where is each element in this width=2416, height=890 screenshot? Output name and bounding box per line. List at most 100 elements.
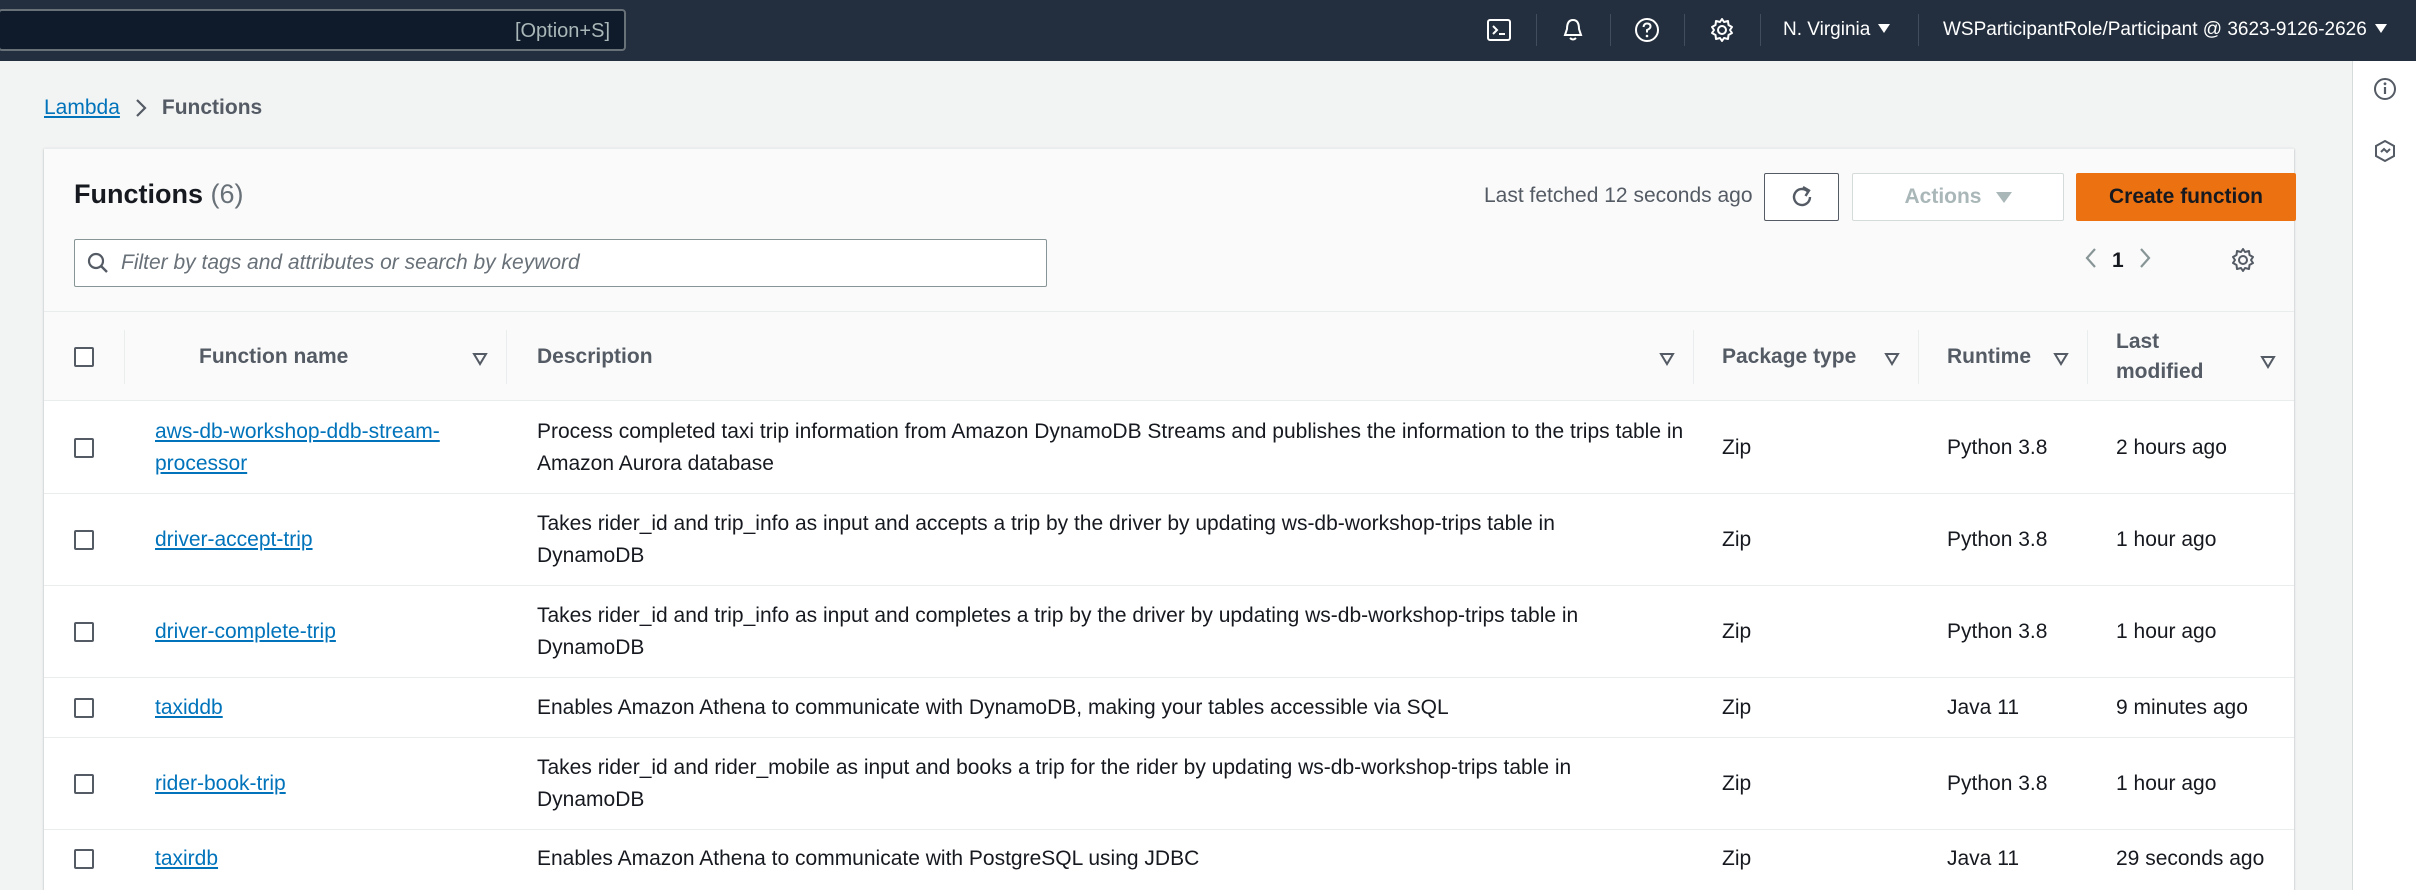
breadcrumb-lambda-link[interactable]: Lambda — [44, 96, 120, 120]
checkbox[interactable] — [74, 347, 94, 367]
search-shortcut-hint: [Option+S] — [514, 20, 610, 42]
top-navigation-bar: [Option+S] N. Virginia WSParticipantRole… — [0, 0, 2416, 61]
checkbox[interactable] — [74, 437, 94, 458]
panel-header: Functions (6) Last fetched 12 seconds ag… — [44, 149, 2296, 311]
account-label: WSParticipantRole/Participant @ 3623-912… — [1943, 19, 2367, 40]
chevron-right-icon — [134, 98, 148, 118]
table-row: taxirdb Enables Amazon Athena to communi… — [44, 830, 2294, 888]
runtime-cell: Java 11 — [1947, 847, 2019, 870]
table-row: driver-accept-trip Takes rider_id and tr… — [44, 494, 2294, 586]
function-name-cell: driver-complete-trip — [155, 586, 485, 677]
sort-caret-icon — [2260, 348, 2276, 378]
last-modified-cell: 9 minutes ago — [2116, 695, 2248, 719]
runtime-cell: Python 3.8 — [1947, 619, 2048, 643]
checkbox[interactable] — [74, 529, 94, 550]
row-checkbox[interactable] — [74, 586, 94, 677]
function-name-link[interactable]: taxiddb — [155, 692, 223, 724]
column-header-description[interactable]: Description — [507, 312, 1693, 402]
table-row: taxiddb Enables Amazon Athena to communi… — [44, 678, 2294, 738]
table-row: driver-complete-trip Takes rider_id and … — [44, 586, 2294, 678]
create-function-button[interactable]: Create function — [2076, 173, 2296, 221]
table-header: Function name Description Package type R… — [44, 311, 2294, 401]
search-icon — [87, 252, 109, 274]
column-header-label: Package type — [1722, 345, 1857, 368]
row-checkbox[interactable] — [74, 494, 94, 585]
last-modified-cell: 29 seconds ago — [2116, 847, 2265, 870]
region-selector[interactable]: N. Virginia — [1783, 19, 1891, 41]
table-row: aws-db-workshop-ddb-stream-processor Pro… — [44, 402, 2294, 494]
column-header-package-type[interactable]: Package type — [1694, 312, 1918, 402]
function-name-link[interactable]: driver-complete-trip — [155, 616, 336, 648]
function-name-link[interactable]: rider-book-trip — [155, 768, 286, 800]
column-header-label: Function name — [199, 345, 349, 368]
last-fetched-text: Last fetched 12 seconds ago — [1484, 184, 1753, 207]
nav-divider — [1760, 14, 1761, 46]
bell-icon[interactable] — [1557, 14, 1589, 46]
select-all-checkbox[interactable] — [74, 312, 100, 402]
right-tools-rail — [2352, 61, 2416, 890]
checkbox[interactable] — [74, 621, 94, 642]
sort-caret-icon — [2053, 348, 2069, 372]
cloudshell-terminal-icon[interactable] — [1483, 14, 1515, 46]
function-name-cell: driver-accept-trip — [155, 494, 485, 585]
row-checkbox[interactable] — [74, 830, 94, 888]
last-modified-cell: 1 hour ago — [2116, 527, 2217, 551]
page-title: Functions (6) — [74, 179, 244, 210]
caret-down-icon — [1995, 191, 2012, 203]
sort-caret-icon — [472, 348, 488, 372]
description-cell: Takes rider_id and rider_mobile as input… — [537, 755, 1572, 811]
row-checkbox[interactable] — [74, 738, 94, 829]
function-name-link[interactable]: taxirdb — [155, 843, 218, 875]
refresh-button[interactable] — [1764, 173, 1839, 221]
account-menu[interactable]: WSParticipantRole/Participant @ 3623-912… — [1943, 19, 2387, 41]
description-cell: Takes rider_id and trip_info as input an… — [537, 511, 1555, 567]
hexagon-icon[interactable] — [2369, 135, 2401, 167]
table-preferences-gear-icon[interactable] — [2230, 247, 2256, 278]
package-type-cell: Zip — [1722, 527, 1752, 551]
function-name-link[interactable]: driver-accept-trip — [155, 524, 313, 556]
global-search-input[interactable]: [Option+S] — [0, 9, 626, 51]
nav-divider — [1918, 14, 1919, 46]
actions-dropdown-button[interactable]: Actions — [1852, 173, 2064, 221]
sort-caret-icon — [1884, 348, 1900, 372]
row-checkbox[interactable] — [74, 402, 94, 493]
function-count: (6) — [210, 179, 244, 209]
caret-down-icon — [2374, 24, 2387, 33]
column-header-last-modified[interactable]: Last modified — [2088, 312, 2294, 402]
functions-table-container: Functions (6) Last fetched 12 seconds ag… — [44, 148, 2296, 890]
caret-down-icon — [1878, 24, 1891, 33]
runtime-cell: Python 3.8 — [1947, 435, 2048, 459]
function-name-cell: rider-book-trip — [155, 738, 485, 829]
function-name-cell: aws-db-workshop-ddb-stream-processor — [155, 402, 485, 493]
refresh-icon — [1792, 185, 1811, 207]
filter-search-box — [74, 239, 1047, 287]
sort-caret-icon — [1659, 348, 1675, 372]
checkbox[interactable] — [74, 773, 94, 794]
breadcrumb: Lambda Functions — [44, 96, 262, 120]
column-header-function-name[interactable]: Function name — [125, 312, 506, 402]
checkbox[interactable] — [74, 849, 94, 869]
gear-icon[interactable] — [1706, 14, 1738, 46]
chevron-right-icon[interactable] — [2138, 247, 2152, 274]
chevron-left-icon[interactable] — [2084, 247, 2098, 274]
function-name-link[interactable]: aws-db-workshop-ddb-stream-processor — [155, 416, 485, 480]
column-header-label: Description — [537, 345, 653, 368]
function-name-cell: taxiddb — [155, 678, 485, 737]
description-cell: Enables Amazon Athena to communicate wit… — [537, 847, 1200, 870]
description-cell: Enables Amazon Athena to communicate wit… — [537, 695, 1449, 719]
actions-label: Actions — [1904, 185, 1982, 208]
region-label: N. Virginia — [1783, 19, 1871, 40]
help-icon[interactable] — [1631, 14, 1663, 46]
checkbox[interactable] — [74, 697, 94, 718]
runtime-cell: Java 11 — [1947, 695, 2019, 719]
page-number[interactable]: 1 — [2112, 249, 2124, 273]
column-header-label: Runtime — [1947, 345, 2031, 368]
package-type-cell: Zip — [1722, 619, 1752, 643]
runtime-cell: Python 3.8 — [1947, 527, 2048, 551]
table-row: rider-book-trip Takes rider_id and rider… — [44, 738, 2294, 830]
info-icon[interactable] — [2369, 73, 2401, 105]
row-checkbox[interactable] — [74, 678, 94, 737]
filter-input[interactable] — [119, 250, 999, 276]
function-name-cell: taxirdb — [155, 830, 485, 888]
column-header-runtime[interactable]: Runtime — [1919, 312, 2087, 402]
